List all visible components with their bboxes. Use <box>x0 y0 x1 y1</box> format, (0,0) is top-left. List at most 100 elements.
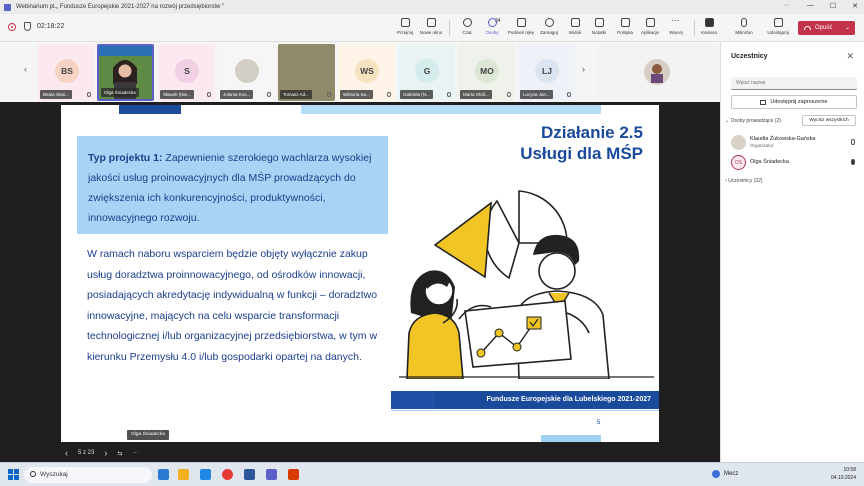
task-view-icon[interactable] <box>158 469 169 480</box>
strip-right-arrow-icon[interactable]: › <box>582 64 585 74</box>
project-type-box: Typ projektu 1: Zapewnienie szerokiego w… <box>77 136 388 234</box>
chevron-down-icon[interactable]: ⌄ <box>845 24 850 31</box>
edge-icon[interactable] <box>200 469 211 480</box>
raise-hand-button[interactable]: Podnieś rękę <box>508 17 534 41</box>
apps-label: Aplikacje <box>640 30 659 35</box>
slide-more-options[interactable]: ··· <box>132 450 138 456</box>
react-button[interactable]: Zareaguj <box>536 17 562 41</box>
search-icon <box>30 471 36 477</box>
slide-footer-text: Fundusze Europejskie dla Lubelskiego 202… <box>486 396 651 403</box>
participant-tile[interactable]: Jolanta Kos... <box>218 44 275 101</box>
microphone-button[interactable]: Mikrofon <box>731 17 757 41</box>
close-panel-icon[interactable]: ✕ <box>846 51 854 62</box>
policy-button[interactable]: Polityka <box>612 17 638 41</box>
smiley-icon <box>544 18 554 27</box>
share-invite-button[interactable]: Udostępnij zaproszenie <box>731 95 857 109</box>
react-label: Zareaguj <box>540 30 558 35</box>
notes-button[interactable]: Notatki <box>586 17 612 41</box>
participant-tile[interactable]: BS Beata Stas... <box>38 44 95 101</box>
ellipsis-icon: ··· <box>671 16 680 25</box>
new-window-icon <box>426 18 436 27</box>
teams-window: Webinarium pt.„ Fundusze Europejskie 202… <box>0 0 864 486</box>
minimize-button[interactable]: — <box>807 2 814 10</box>
previous-slide-icon[interactable]: ‹ <box>65 448 68 458</box>
leave-label: Opuść <box>815 25 833 31</box>
chat-label: Czat <box>462 30 472 35</box>
organizers-section-header[interactable]: ⌄ Osoby prowadzące (2) <box>725 118 781 124</box>
self-view-tile <box>596 44 718 101</box>
avatar: OS <box>731 155 746 170</box>
mic-muted-icon <box>387 92 391 97</box>
participant-tile[interactable]: G Gabriela (N... <box>398 44 455 101</box>
participant-search-input[interactable]: Wpisz nazwę <box>731 77 857 90</box>
shared-content-stage: Typ projektu 1: Zapewnienie szerokiego w… <box>0 102 720 462</box>
title-bar: Webinarium pt.„ Fundusze Europejskie 202… <box>0 0 864 14</box>
camera-button[interactable]: Kamera <box>696 17 722 41</box>
participant-tile[interactable]: WS Wiktoria Sa... <box>338 44 395 101</box>
presentation-slide: Typ projektu 1: Zapewnienie szerokiego w… <box>61 105 659 442</box>
word-icon[interactable] <box>244 469 255 480</box>
consulting-illustration <box>399 190 654 379</box>
mute-all-button[interactable]: Wycisz wszystkich <box>802 115 856 126</box>
people-button[interactable]: 34 Osoby <box>479 17 505 41</box>
participant-tile-presenter[interactable]: Olga Śniadecka <box>97 44 154 101</box>
mic-muted-icon <box>851 139 855 145</box>
organizers-section-label: Osoby prowadzące (2) <box>730 118 781 124</box>
teams-icon[interactable] <box>266 469 277 480</box>
teams-logo-icon <box>4 3 11 11</box>
chat-icon <box>462 18 472 27</box>
participant-tile[interactable]: LJ Lucyna Jan... <box>518 44 575 101</box>
slide-heading-line2: Usługi dla MŚP <box>520 144 643 163</box>
powerpoint-icon[interactable] <box>288 469 299 480</box>
self-avatar-photo <box>644 59 670 85</box>
strip-left-arrow-icon[interactable]: ‹ <box>24 64 27 74</box>
camera-off-icon <box>704 18 714 27</box>
chat-button[interactable]: Czat <box>454 17 480 41</box>
avatar: S <box>175 59 199 83</box>
participant-name: Olga Śniadecka <box>101 88 139 97</box>
system-clock[interactable]: 10:58 04.10.2024 <box>831 466 856 482</box>
mic-muted-icon <box>207 92 211 97</box>
attendees-section-header[interactable]: › Uczestnicy (32) <box>725 178 763 184</box>
share-invite-label: Udostępnij zaproszenie <box>770 99 828 105</box>
share-screen-icon <box>773 18 783 27</box>
file-explorer-icon[interactable] <box>178 469 189 480</box>
notes-icon <box>594 18 604 27</box>
view-button[interactable]: Widok <box>562 17 588 41</box>
avatar-photo <box>235 59 259 83</box>
microphone-muted-icon <box>741 18 747 27</box>
take-control-icon <box>400 18 410 27</box>
slide-sync-icon[interactable]: ⇆ <box>117 450 122 457</box>
weather-icon <box>712 470 720 478</box>
recording-icon <box>8 23 16 31</box>
more-options-button[interactable]: ··· <box>783 2 790 9</box>
chrome-icon[interactable] <box>222 469 233 480</box>
participant-name: Olga Śniadecka <box>750 159 789 165</box>
take-control-button[interactable]: Przejmij <box>392 17 418 41</box>
attendees-section-label: Uczestnicy (32) <box>728 178 763 184</box>
more-button[interactable]: ··· Więcej <box>663 17 689 41</box>
weather-widget[interactable]: Mecz <box>712 470 738 478</box>
close-window-button[interactable]: ✕ <box>852 2 858 10</box>
participant-row[interactable]: Klaudia Żukowska-Gańska Organizator <box>731 134 857 152</box>
new-window-button[interactable]: Nowe okno <box>418 17 444 41</box>
avatar: LJ <box>535 59 559 83</box>
raise-hand-icon <box>516 18 526 27</box>
participant-tile[interactable]: S Sławek (Nie... <box>158 44 215 101</box>
participant-tile[interactable]: Tomasz Ad... <box>278 44 335 101</box>
avatar <box>731 135 746 150</box>
windows-taskbar: Wyszukaj Mecz 10:58 04.10.2024 <box>0 462 864 486</box>
clock-date: 04.10.2024 <box>830 475 856 481</box>
participant-row[interactable]: OS Olga Śniadecka <box>731 154 857 172</box>
windows-start-icon[interactable] <box>8 469 19 480</box>
next-slide-icon[interactable]: › <box>104 448 107 458</box>
taskbar-search-box[interactable]: Wyszukaj <box>24 467 152 483</box>
apps-icon <box>645 18 655 27</box>
slide-top-accent <box>119 105 181 114</box>
leave-button[interactable]: Opuść ⌄ <box>798 21 855 35</box>
project-type-label: Typ projektu 1: <box>88 152 163 164</box>
maximize-button[interactable]: ☐ <box>830 2 836 10</box>
apps-button[interactable]: Aplikacje <box>637 17 663 41</box>
share-button[interactable]: Udostępnij <box>765 17 791 41</box>
participant-tile[interactable]: MO Marta Okól... <box>458 44 515 101</box>
